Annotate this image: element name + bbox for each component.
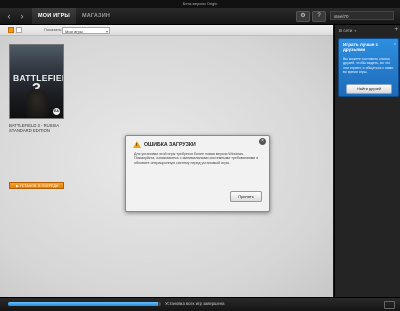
game-tile[interactable]: BATTLEFIELD 3 EA BATTLEFIELD 3 - RUSSIA … (9, 44, 64, 189)
tab-store[interactable]: МАГАЗИН (78, 8, 114, 24)
cover-soldier-image (26, 89, 48, 117)
download-progress-bar[interactable] (8, 302, 161, 306)
game-title: BATTLEFIELD 3 - RUSSIA STANDARD EDITION (9, 123, 59, 133)
game-install-status-button[interactable]: ▶ УСТАНОВ. В ОЧЕРЕДИ (9, 182, 64, 189)
download-progress-fill (8, 302, 158, 306)
library-toolbar: Показать: Мои игры ▾ (0, 25, 333, 36)
online-status-dropdown[interactable]: В сети ▾ (339, 28, 356, 33)
ea-logo-icon: EA (53, 108, 60, 115)
show-filter-value: Мои игры (65, 28, 83, 34)
window-title: Бета-версия Origin (0, 0, 400, 8)
add-friend-icon[interactable]: + (394, 27, 398, 33)
chevron-down-icon: ▾ (354, 29, 357, 33)
friends-invite-panel: Играть лучше с друзьями × Вы можете сост… (338, 38, 399, 97)
download-status-bar: Установка всех игр завершена (0, 297, 400, 311)
top-nav-bar: ‹ › МОИ ИГРЫ МАГАЗИН ⚙ ? steel70 (0, 8, 400, 25)
close-icon[interactable]: × (394, 41, 396, 46)
back-button[interactable]: ‹ (4, 10, 14, 22)
accept-button[interactable]: Принять (230, 191, 262, 202)
online-status-label: В сети (339, 28, 353, 33)
friends-sidebar: В сети ▾ + Играть лучше с друзьями × Вы м… (334, 25, 400, 297)
chevron-left-icon: ‹ (7, 11, 11, 21)
game-cover-art[interactable]: BATTLEFIELD 3 EA (9, 44, 64, 119)
show-filter-label: Показать: (44, 27, 63, 32)
game-library: Показать: Мои игры ▾ BATTLEFIELD 3 EA BA… (0, 25, 333, 297)
dialog-title: ОШИБКА ЗАГРУЗКИ (144, 142, 196, 148)
chat-window-icon[interactable] (384, 301, 395, 309)
user-menu[interactable]: steel70 (330, 11, 394, 20)
grid-view-button[interactable] (8, 27, 14, 33)
invite-title: Играть лучше с друзьями (343, 42, 379, 53)
show-filter-select[interactable]: Мои игры ▾ (62, 26, 110, 34)
gear-icon: ⚙ (300, 13, 306, 19)
close-icon[interactable]: × (259, 138, 266, 145)
dialog-message: Для установки этой игры требуется более … (134, 152, 259, 165)
tab-my-games[interactable]: МОИ ИГРЫ (32, 8, 76, 24)
chevron-down-icon: ▾ (105, 28, 108, 34)
download-error-dialog: ! ОШИБКА ЗАГРУЗКИ × Для установки этой и… (125, 135, 270, 212)
settings-button[interactable]: ⚙ (296, 11, 310, 22)
download-status-text: Установка всех игр завершена (165, 301, 225, 306)
chevron-right-icon: › (20, 11, 24, 21)
forward-button[interactable]: › (17, 10, 27, 22)
find-friends-button[interactable]: Найти друзей (346, 84, 392, 94)
warning-icon: ! (133, 141, 141, 148)
list-view-button[interactable] (16, 27, 22, 33)
invite-text: Вы можете составить список друзей, чтобы… (343, 57, 394, 74)
help-button[interactable]: ? (312, 11, 326, 22)
